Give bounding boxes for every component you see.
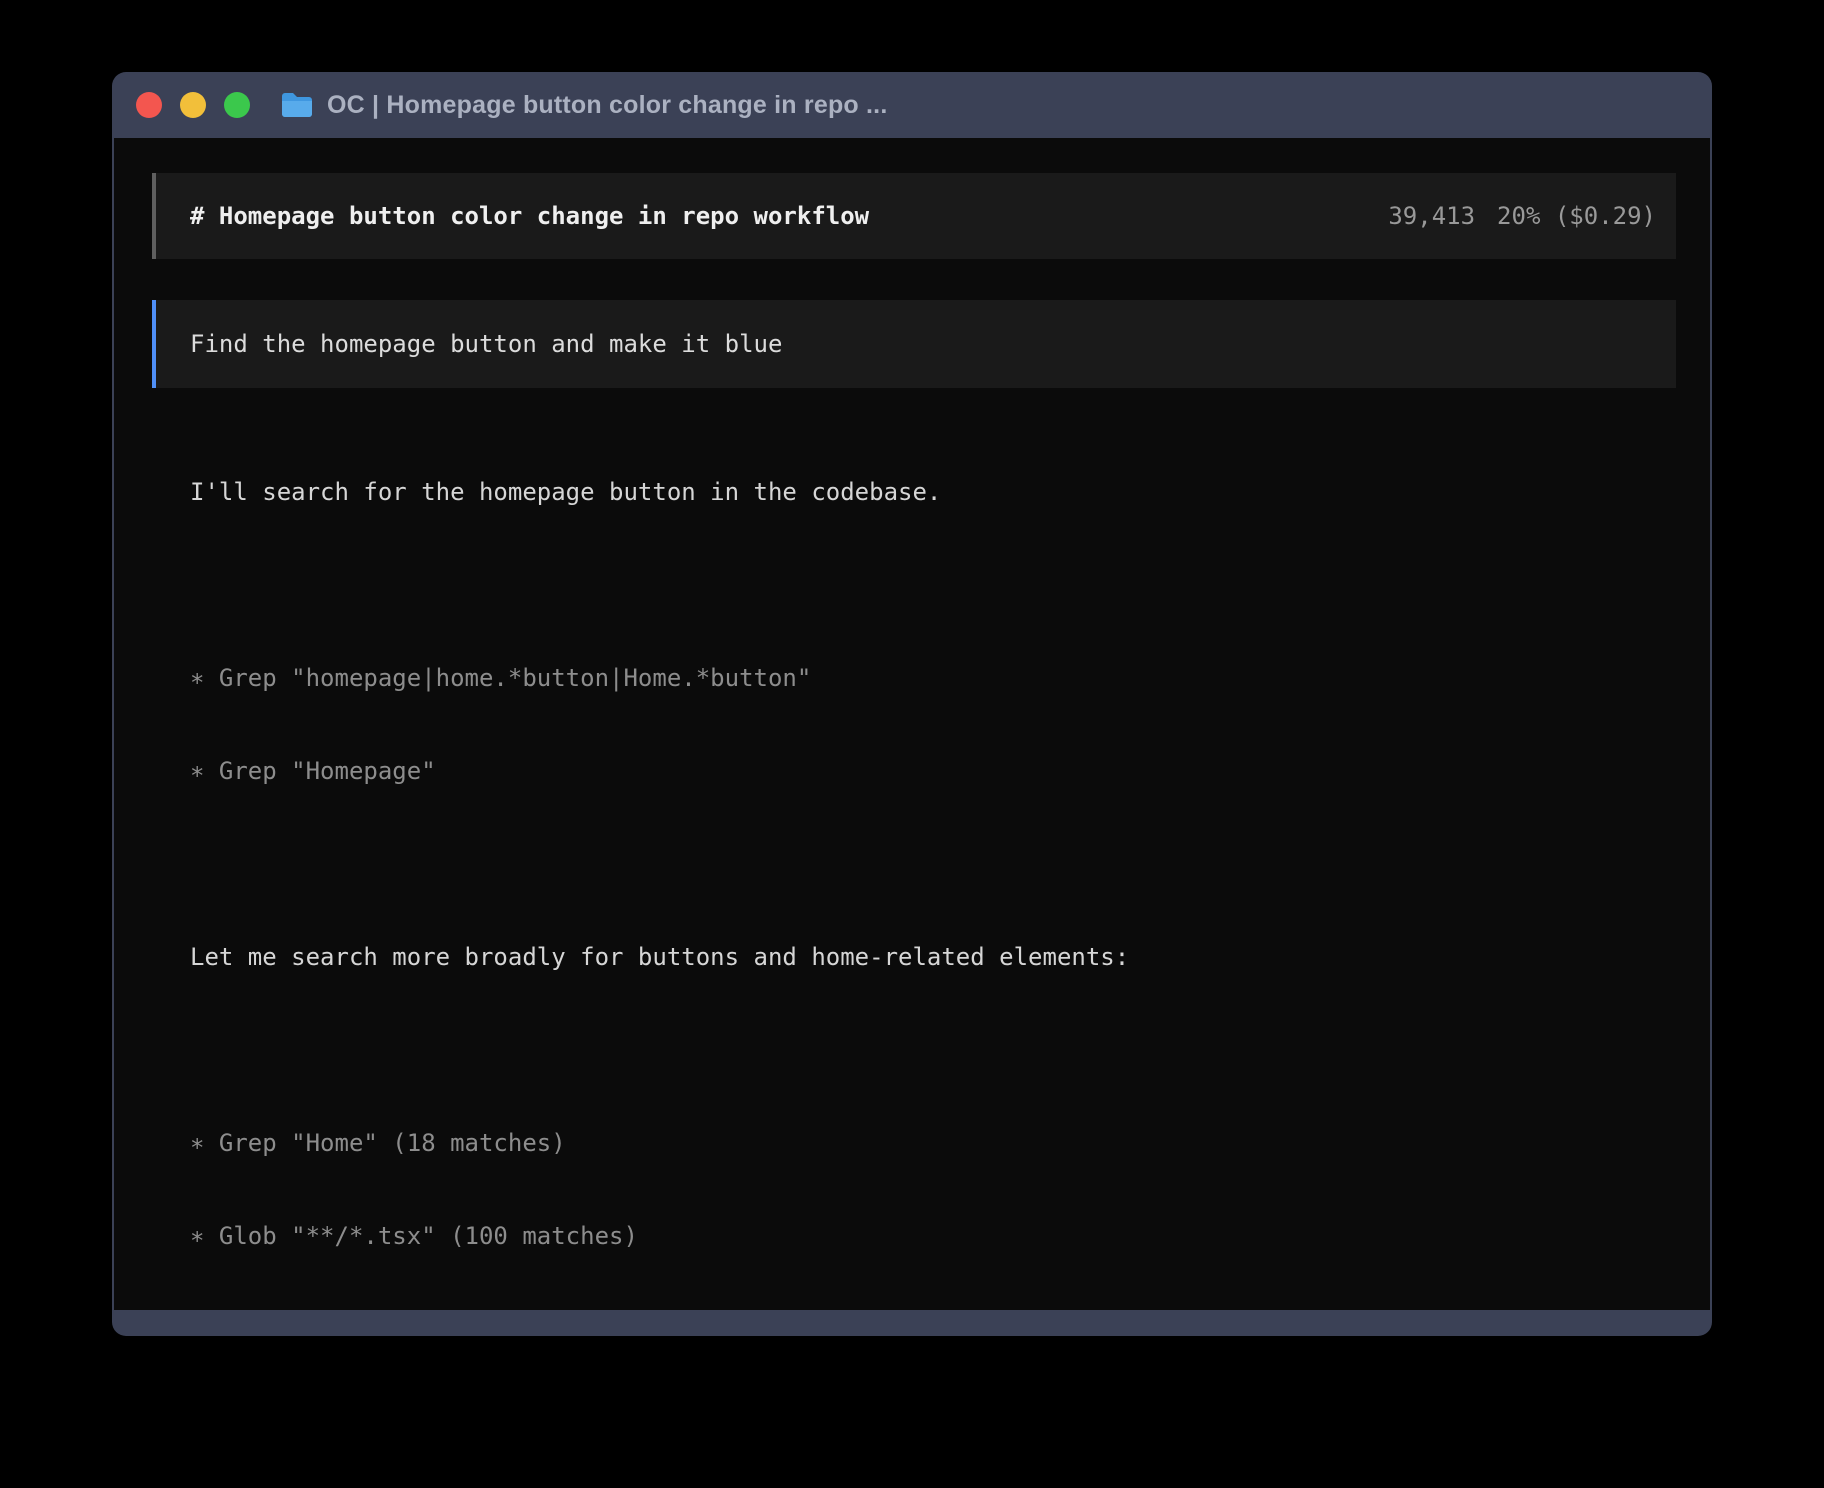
terminal-window: OC | Homepage button color change in rep… xyxy=(112,72,1712,1336)
window-titlebar[interactable]: OC | Homepage button color change in rep… xyxy=(114,72,1710,138)
tool-call-line: ∗ Grep "homepage|home.*button|Home.*butt… xyxy=(190,663,1676,694)
assistant-paragraph: I'll search for the homepage button in t… xyxy=(190,415,1676,570)
assistant-text-line: I'll search for the homepage button in t… xyxy=(190,477,1676,508)
user-message-text: Find the homepage button and make it blu… xyxy=(190,330,782,358)
window-title: OC | Homepage button color change in rep… xyxy=(327,91,887,120)
tool-call-group: ∗ Grep "homepage|home.*button|Home.*butt… xyxy=(190,601,1676,849)
tool-call-line: ∗ Glob "**/*.tsx" (100 matches) xyxy=(190,1221,1676,1252)
session-stats: 39,413 20% ($0.29) xyxy=(1388,202,1656,230)
tool-call-line: ∗ Grep "Home" (18 matches) xyxy=(190,1128,1676,1159)
folder-icon xyxy=(280,91,314,119)
tool-call-line: ∗ Grep "Homepage" xyxy=(190,756,1676,787)
traffic-lights xyxy=(136,92,250,118)
assistant-text-line: Let me search more broadly for buttons a… xyxy=(190,942,1676,973)
tool-call-group: ∗ Grep "Home" (18 matches) ∗ Glob "**/*.… xyxy=(190,1066,1676,1314)
session-header: # Homepage button color change in repo w… xyxy=(152,173,1676,259)
minimize-button[interactable] xyxy=(180,92,206,118)
zoom-button[interactable] xyxy=(224,92,250,118)
context-usage: 20% ($0.29) xyxy=(1497,202,1656,230)
assistant-paragraph: Let me search more broadly for buttons a… xyxy=(190,880,1676,1035)
user-message: Find the homepage button and make it blu… xyxy=(152,300,1676,388)
session-title: # Homepage button color change in repo w… xyxy=(190,202,869,230)
terminal-content: # Homepage button color change in repo w… xyxy=(114,138,1710,1310)
desktop: OC | Homepage button color change in rep… xyxy=(0,0,1824,1488)
token-count: 39,413 xyxy=(1388,202,1475,230)
close-button[interactable] xyxy=(136,92,162,118)
